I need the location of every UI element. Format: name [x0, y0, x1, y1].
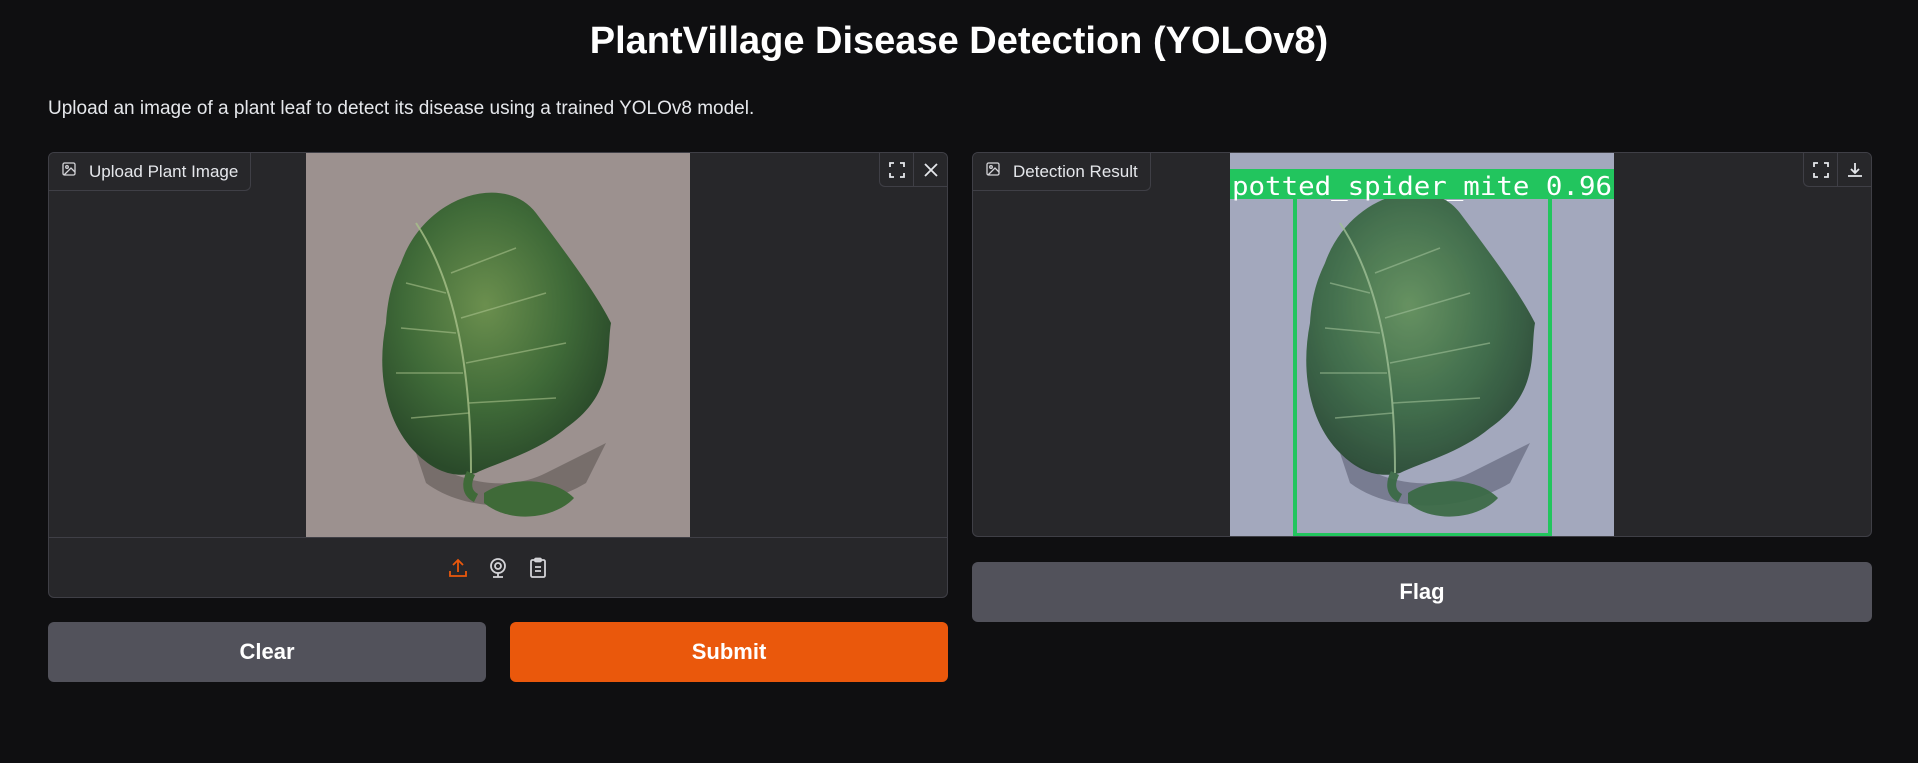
clipboard-icon[interactable] [525, 555, 551, 581]
fullscreen-icon[interactable] [1803, 153, 1837, 187]
uploaded-leaf-image [306, 153, 690, 537]
result-image-area: potted_spider_mite 0.96 [973, 153, 1871, 536]
result-panel-actions [1803, 153, 1871, 187]
upload-panel-actions [879, 153, 947, 187]
detection-result-panel: Detection Result potted_spider_mite 0.96 [972, 152, 1872, 537]
image-icon [61, 161, 77, 182]
flag-button[interactable]: Flag [972, 562, 1872, 622]
close-icon[interactable] [913, 153, 947, 187]
detection-result-image: potted_spider_mite 0.96 [1230, 153, 1614, 536]
clear-button[interactable]: Clear [48, 622, 486, 682]
image-source-toolbar [49, 537, 947, 597]
upload-panel-label: Upload Plant Image [49, 153, 252, 191]
uploaded-image-area [49, 153, 947, 537]
image-icon [985, 161, 1001, 182]
result-panel-label-text: Detection Result [1013, 161, 1138, 181]
page-description: Upload an image of a plant leaf to detec… [48, 98, 755, 119]
upload-panel-label-text: Upload Plant Image [89, 161, 239, 181]
download-icon[interactable] [1837, 153, 1871, 187]
result-panel-label: Detection Result [973, 153, 1151, 191]
fullscreen-icon[interactable] [879, 153, 913, 187]
page-title: PlantVillage Disease Detection (YOLOv8) [589, 20, 1329, 62]
submit-button[interactable]: Submit [510, 622, 948, 682]
upload-icon[interactable] [445, 555, 471, 581]
detection-label: potted_spider_mite 0.96 [1232, 172, 1612, 202]
webcam-icon[interactable] [485, 555, 511, 581]
upload-image-panel[interactable]: Upload Plant Image [48, 152, 948, 598]
